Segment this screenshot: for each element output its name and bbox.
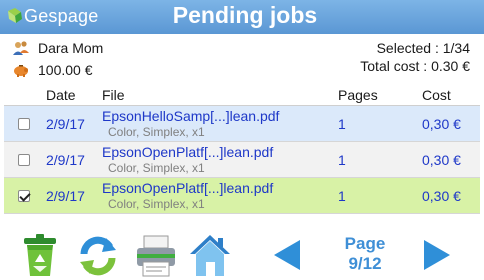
job-date: 2/9/17 xyxy=(46,116,85,132)
job-file-name: EpsonOpenPlatf[...]lean.pdf xyxy=(102,180,274,196)
home-button[interactable] xyxy=(188,232,232,278)
user-balance-row: 100.00 € xyxy=(12,60,93,80)
page-title: Pending jobs xyxy=(172,2,318,28)
jobs-table: Date File Pages Cost 2/9/17 EpsonHelloSa… xyxy=(4,84,480,214)
job-date: 2/9/17 xyxy=(46,152,85,168)
row-checkbox[interactable] xyxy=(18,190,30,202)
page-label: Page xyxy=(344,234,386,253)
delete-button[interactable] xyxy=(18,232,62,278)
user-name-row: Dara Mom xyxy=(12,38,103,58)
job-file-name: EpsonHelloSamp[...]lean.pdf xyxy=(102,108,280,124)
job-cost: 0,30 € xyxy=(422,152,461,168)
previous-page-button[interactable] xyxy=(266,232,310,278)
job-pages: 1 xyxy=(338,152,346,168)
user-info: Dara Mom 100.00 € Selected : 1/34 Total … xyxy=(0,36,484,82)
bottom-toolbar: Page 9/12 xyxy=(0,228,484,280)
table-header: Date File Pages Cost xyxy=(4,84,480,106)
refresh-button[interactable] xyxy=(76,232,120,278)
row-checkbox[interactable] xyxy=(18,154,30,166)
logo-text: Gespage xyxy=(24,6,99,26)
column-header-date: Date xyxy=(46,87,76,103)
user-balance: 100.00 € xyxy=(38,62,93,78)
user-name: Dara Mom xyxy=(38,40,104,56)
column-header-cost: Cost xyxy=(422,87,451,103)
refresh-icon xyxy=(80,236,116,276)
logo: Gespage xyxy=(6,4,116,30)
job-options: Color, Simplex, x1 xyxy=(108,125,205,139)
selected-count: Selected : 1/34 xyxy=(376,40,470,56)
page-number: 9/12 xyxy=(348,254,382,273)
arrow-left-icon xyxy=(274,240,300,270)
job-options: Color, Simplex, x1 xyxy=(108,161,205,175)
job-pages: 1 xyxy=(338,116,346,132)
column-header-pages: Pages xyxy=(338,87,378,103)
job-file-name: EpsonOpenPlatf[...]lean.pdf xyxy=(102,144,274,160)
recycle-bin-icon xyxy=(24,234,56,276)
job-date: 2/9/17 xyxy=(46,188,85,204)
piggy-bank-icon xyxy=(14,65,28,77)
page-indicator: Page 9/12 xyxy=(330,234,400,274)
print-button[interactable] xyxy=(134,232,178,278)
total-cost: Total cost : 0.30 € xyxy=(360,58,470,74)
table-row[interactable]: 2/9/17 EpsonOpenPlatf[...]lean.pdf Color… xyxy=(4,178,480,214)
column-header-file: File xyxy=(102,87,125,103)
job-pages: 1 xyxy=(338,188,346,204)
app-header: Gespage Pending jobs xyxy=(0,0,484,34)
job-options: Color, Simplex, x1 xyxy=(108,197,205,211)
table-row[interactable]: 2/9/17 EpsonOpenPlatf[...]lean.pdf Color… xyxy=(4,142,480,178)
home-icon xyxy=(190,235,230,276)
table-row[interactable]: 2/9/17 EpsonHelloSamp[...]lean.pdf Color… xyxy=(4,106,480,142)
users-icon xyxy=(13,41,29,55)
gespage-logo-icon xyxy=(8,8,22,23)
job-cost: 0,30 € xyxy=(422,188,461,204)
job-cost: 0,30 € xyxy=(422,116,461,132)
printer-icon xyxy=(137,235,175,277)
arrow-right-icon xyxy=(424,240,450,270)
next-page-button[interactable] xyxy=(414,232,458,278)
row-checkbox[interactable] xyxy=(18,118,30,130)
